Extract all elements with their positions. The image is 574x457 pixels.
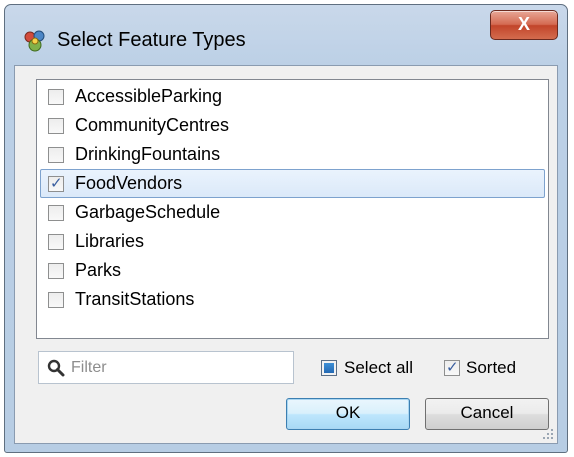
ok-button[interactable]: OK (286, 398, 410, 430)
feature-type-list[interactable]: AccessibleParking CommunityCentres Drinkin… (36, 79, 549, 339)
list-item-label: Parks (75, 260, 122, 280)
filter-field[interactable] (38, 351, 294, 384)
sorted-checkbox[interactable]: ✓ (444, 358, 460, 376)
list-item-label: DrinkingFountains (75, 144, 221, 164)
list-item-checkbox[interactable] (48, 263, 64, 279)
list-item-checkbox[interactable] (48, 234, 64, 250)
list-item-checkbox[interactable] (48, 147, 64, 163)
list-item[interactable]: CommunityCentres (40, 111, 545, 140)
check-icon: ✓ (50, 174, 63, 192)
app-icon (24, 30, 45, 52)
list-item[interactable]: Parks (40, 256, 545, 285)
list-item-checkbox[interactable] (48, 118, 64, 134)
dialog-content: AccessibleParking CommunityCentres Drinkin… (14, 65, 558, 444)
close-icon: X (517, 14, 530, 34)
list-item-checkbox[interactable] (48, 89, 64, 105)
list-item[interactable]: AccessibleParking (40, 82, 545, 111)
list-item[interactable]: TransitStations (40, 285, 545, 314)
search-icon (47, 359, 65, 377)
list-item-checkbox[interactable] (48, 205, 64, 221)
list-item-label: TransitStations (75, 289, 195, 309)
select-all-label[interactable]: Select all (344, 358, 413, 378)
list-item-label: FoodVendors (75, 173, 183, 193)
dialog-window: Select Feature Types X AccessibleParking… (4, 4, 568, 453)
cancel-button[interactable]: Cancel (425, 398, 549, 430)
list-item-label: AccessibleParking (75, 86, 223, 106)
filter-input[interactable] (71, 355, 281, 380)
list-item[interactable]: DrinkingFountains (40, 140, 545, 169)
list-item[interactable]: ✓ FoodVendors (40, 169, 545, 198)
check-icon: ✓ (446, 358, 459, 376)
list-item-checkbox[interactable] (48, 292, 64, 308)
title-bar[interactable]: Select Feature Types X (5, 5, 567, 61)
list-item-checkbox[interactable]: ✓ (48, 174, 64, 192)
resize-grip-icon[interactable] (542, 428, 554, 440)
dialog-title: Select Feature Types (57, 29, 246, 51)
list-item[interactable]: GarbageSchedule (40, 198, 545, 227)
list-item-label: Libraries (75, 231, 145, 251)
select-all-icon[interactable] (321, 360, 337, 376)
list-item-label: CommunityCentres (75, 115, 230, 135)
list-item[interactable]: Libraries (40, 227, 545, 256)
sorted-label[interactable]: Sorted (466, 358, 516, 378)
close-button[interactable]: X (490, 10, 558, 40)
list-item-label: GarbageSchedule (75, 202, 221, 222)
